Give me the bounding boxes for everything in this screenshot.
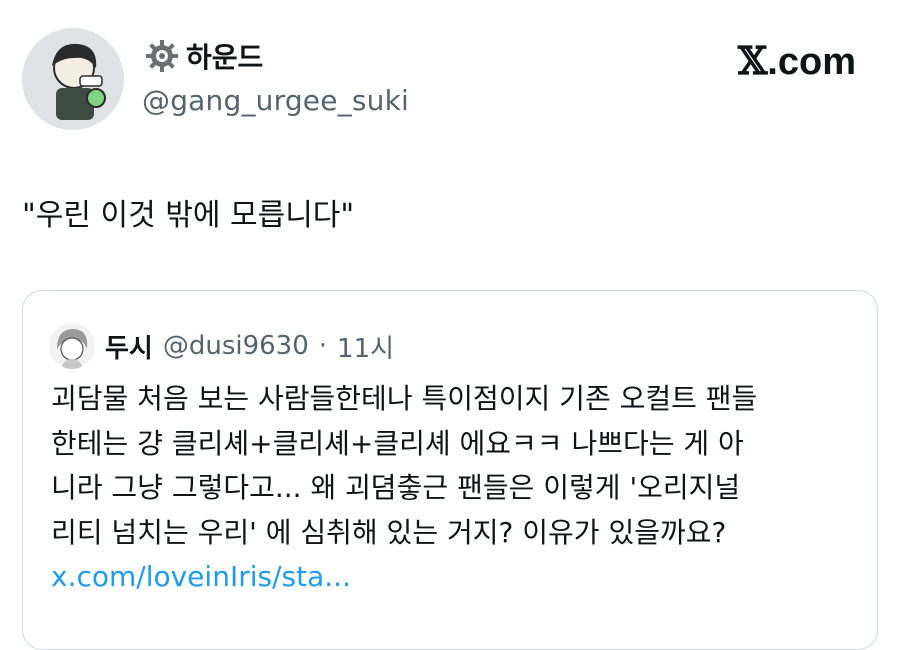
- quoted-display-name[interactable]: 두시: [105, 328, 153, 365]
- author-display-name[interactable]: 하운드: [186, 36, 263, 76]
- quoted-timestamp[interactable]: 11시: [337, 328, 394, 365]
- brand-domain: .com: [767, 41, 856, 83]
- author-handle[interactable]: @gang_urgee_suki: [142, 84, 409, 117]
- quoted-line: 한테는 걍 클리셰+클리셰+클리셰 에요ㅋㅋ 나쁘다는 게 아: [51, 426, 744, 460]
- quoted-line: 니라 그냥 그렇다고... 왜 괴뎜춯근 팬들은 이렇게 '오리지널: [51, 471, 741, 504]
- author-name-row: 하운드: [144, 36, 263, 76]
- quoted-line: 괴담물 처음 보는 사람들한테나 특이점이지 기존 오컬트 팬들: [51, 382, 758, 415]
- quoted-header: 두시 @dusi9630 · 11시: [49, 323, 394, 369]
- author-avatar[interactable]: [22, 28, 124, 130]
- separator-dot: ·: [318, 331, 328, 361]
- x-icon: 𝕏: [737, 38, 768, 83]
- x-logo: 𝕏.com: [738, 38, 856, 84]
- quoted-body: 괴담물 처음 보는 사람들한테나 특이점이지 기존 오컬트 팬들 한테는 걍 클…: [51, 377, 851, 600]
- quoted-handle[interactable]: @dusi9630: [163, 331, 309, 361]
- quoted-link[interactable]: x.com/loveinIris/sta...: [51, 555, 851, 600]
- quoted-tweet-card[interactable]: 두시 @dusi9630 · 11시 괴담물 처음 보는 사람들한테나 특이점이…: [22, 290, 878, 650]
- quoted-line: 리티 넘치는 우리' 에 심취해 있는 거지? 이유가 있을까요?: [51, 515, 727, 549]
- quoted-avatar[interactable]: [49, 323, 95, 369]
- gear-icon: [144, 38, 180, 74]
- tweet-text: "우린 이것 밖에 모릅니다": [22, 198, 355, 233]
